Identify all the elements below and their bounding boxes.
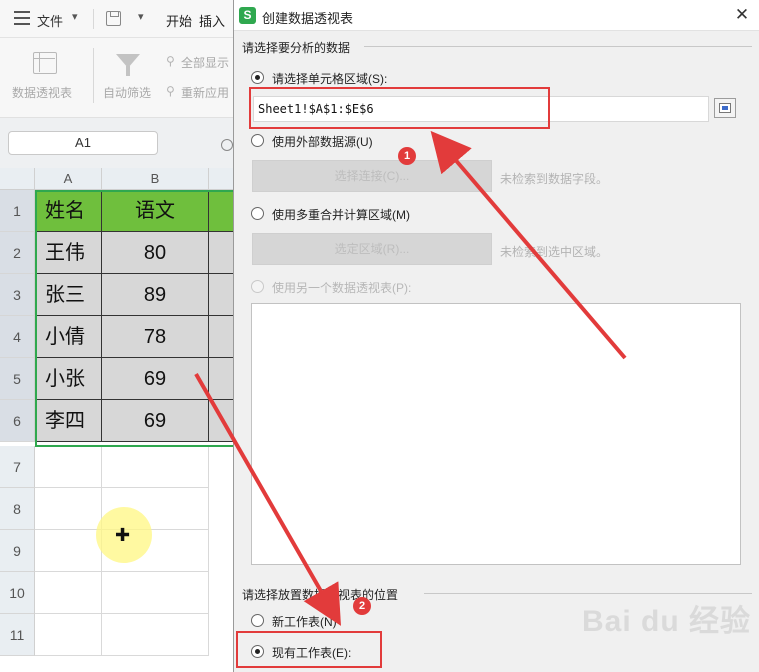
column-header-a[interactable]: A: [35, 168, 102, 190]
tab-start[interactable]: 开始: [166, 11, 192, 30]
annotation-badge-1: 1: [398, 147, 416, 165]
autofilter-button[interactable]: 自动筛选: [103, 84, 151, 101]
formula-bar: A1: [0, 118, 235, 168]
pivot-table-list[interactable]: [251, 303, 741, 565]
table-header-cell[interactable]: 姓名: [35, 190, 102, 232]
quick-access-chevron-icon[interactable]: ▾: [138, 10, 144, 23]
row-header[interactable]: 1: [0, 190, 35, 232]
table-header-cell[interactable]: 语文: [102, 190, 209, 232]
table-cell[interactable]: [209, 358, 235, 400]
row-header[interactable]: 2: [0, 232, 35, 274]
empty-cell[interactable]: [102, 614, 209, 656]
radio-new-sheet[interactable]: [251, 614, 264, 627]
table-cell[interactable]: 小倩: [35, 316, 102, 358]
name-box[interactable]: A1: [8, 131, 158, 155]
range-select-icon: [719, 103, 731, 113]
table-cell[interactable]: 80: [102, 232, 209, 274]
app-topbar: 文件 ▾ ▾ 开始 插入: [0, 0, 235, 38]
radio-external-source[interactable]: [251, 134, 264, 147]
label-existing-sheet[interactable]: 现有工作表(E):: [272, 644, 351, 661]
label-cell-range[interactable]: 请选择单元格区域(S):: [272, 70, 387, 87]
divider: [424, 593, 752, 594]
column-header-c[interactable]: [209, 168, 235, 190]
table-cell[interactable]: 78: [102, 316, 209, 358]
empty-cell[interactable]: [35, 614, 102, 656]
hint-connection: 未检索到数据字段。: [500, 172, 609, 186]
row-header[interactable]: 3: [0, 274, 35, 316]
show-all-filter-icon: ⚲: [166, 54, 175, 68]
select-region-button[interactable]: 选定区域(R)...: [252, 233, 492, 265]
radio-existing-sheet[interactable]: [251, 645, 264, 658]
table-header-cell[interactable]: [209, 190, 235, 232]
table-cell[interactable]: 小张: [35, 358, 102, 400]
empty-cell[interactable]: [35, 446, 102, 488]
label-new-sheet[interactable]: 新工作表(N): [272, 613, 337, 630]
dialog-titlebar[interactable]: S 创建数据透视表 ✕: [234, 0, 759, 31]
save-icon[interactable]: [106, 11, 121, 26]
row-header[interactable]: 5: [0, 358, 35, 400]
table-cell[interactable]: [209, 274, 235, 316]
empty-cell[interactable]: [102, 446, 209, 488]
ribbon: 数据透视表 自动筛选 ⚲ 全部显示 ⚲ 重新应用: [0, 38, 235, 118]
reapply-filter-icon: ⚲: [166, 84, 175, 98]
show-all-button[interactable]: 全部显示: [181, 54, 229, 71]
row-header[interactable]: 4: [0, 316, 35, 358]
table-cell[interactable]: [209, 400, 235, 442]
select-connection-button[interactable]: 选择连接(C)...: [252, 160, 492, 192]
empty-cell[interactable]: [35, 488, 102, 530]
row-header[interactable]: 6: [0, 400, 35, 442]
menu-icon[interactable]: [14, 11, 30, 25]
row-header[interactable]: 7: [0, 446, 35, 488]
table-cell[interactable]: 89: [102, 274, 209, 316]
close-button[interactable]: ✕: [730, 4, 754, 26]
empty-cell[interactable]: [102, 572, 209, 614]
table-cell[interactable]: 王伟: [35, 232, 102, 274]
table-cell[interactable]: 69: [102, 400, 209, 442]
table-cell[interactable]: [209, 232, 235, 274]
label-other-pivot[interactable]: 使用另一个数据透视表(P):: [272, 279, 411, 296]
label-external-source[interactable]: 使用外部数据源(U): [272, 133, 373, 150]
zoom-icon[interactable]: [221, 139, 233, 151]
pivot-table-icon[interactable]: [33, 52, 57, 74]
tab-insert[interactable]: 插入: [199, 11, 225, 30]
collapse-dialog-button[interactable]: [714, 98, 736, 118]
row-header[interactable]: 8: [0, 488, 35, 530]
radio-other-pivot[interactable]: [251, 280, 264, 293]
section-title-data: 请选择要分析的数据: [242, 41, 351, 55]
empty-cell[interactable]: [35, 530, 102, 572]
baidu-watermark: Bai du 经验: [582, 605, 752, 638]
row-header[interactable]: 10: [0, 572, 35, 614]
table-cell[interactable]: 69: [102, 358, 209, 400]
reapply-button[interactable]: 重新应用: [181, 84, 229, 101]
row-header[interactable]: 9: [0, 530, 35, 572]
file-menu[interactable]: 文件: [37, 11, 63, 30]
table-cell[interactable]: 张三: [35, 274, 102, 316]
column-header-b[interactable]: B: [102, 168, 209, 190]
wps-spreadsheet-logo-icon: S: [239, 7, 256, 24]
select-all-corner[interactable]: [0, 168, 35, 190]
filter-icon[interactable]: [116, 54, 140, 76]
create-pivot-table-dialog: S 创建数据透视表 ✕ 请选择要分析的数据 请选择单元格区域(S): Sheet…: [233, 0, 759, 672]
hint-region: 未检索到选中区域。: [500, 245, 609, 259]
table-cell[interactable]: [209, 316, 235, 358]
empty-cell[interactable]: [35, 572, 102, 614]
dialog-title: 创建数据透视表: [262, 11, 354, 26]
row-header[interactable]: 11: [0, 614, 35, 656]
radio-multiple-consolidation[interactable]: [251, 207, 264, 220]
radio-cell-range[interactable]: [251, 71, 264, 84]
table-cell[interactable]: 李四: [35, 400, 102, 442]
divider: [93, 48, 94, 103]
chevron-down-icon[interactable]: ▾: [72, 10, 78, 23]
divider: [364, 46, 752, 47]
label-multiple-consolidation[interactable]: 使用多重合并计算区域(M): [272, 206, 410, 223]
range-input[interactable]: Sheet1!$A$1:$E$6: [253, 96, 709, 122]
cursor-crosshair-icon: ✚: [115, 525, 131, 545]
annotation-badge-2: 2: [353, 597, 371, 615]
pivot-table-button[interactable]: 数据透视表: [12, 84, 72, 101]
section-title-location: 请选择放置数据透视表的位置: [242, 588, 399, 602]
divider: [93, 9, 94, 29]
